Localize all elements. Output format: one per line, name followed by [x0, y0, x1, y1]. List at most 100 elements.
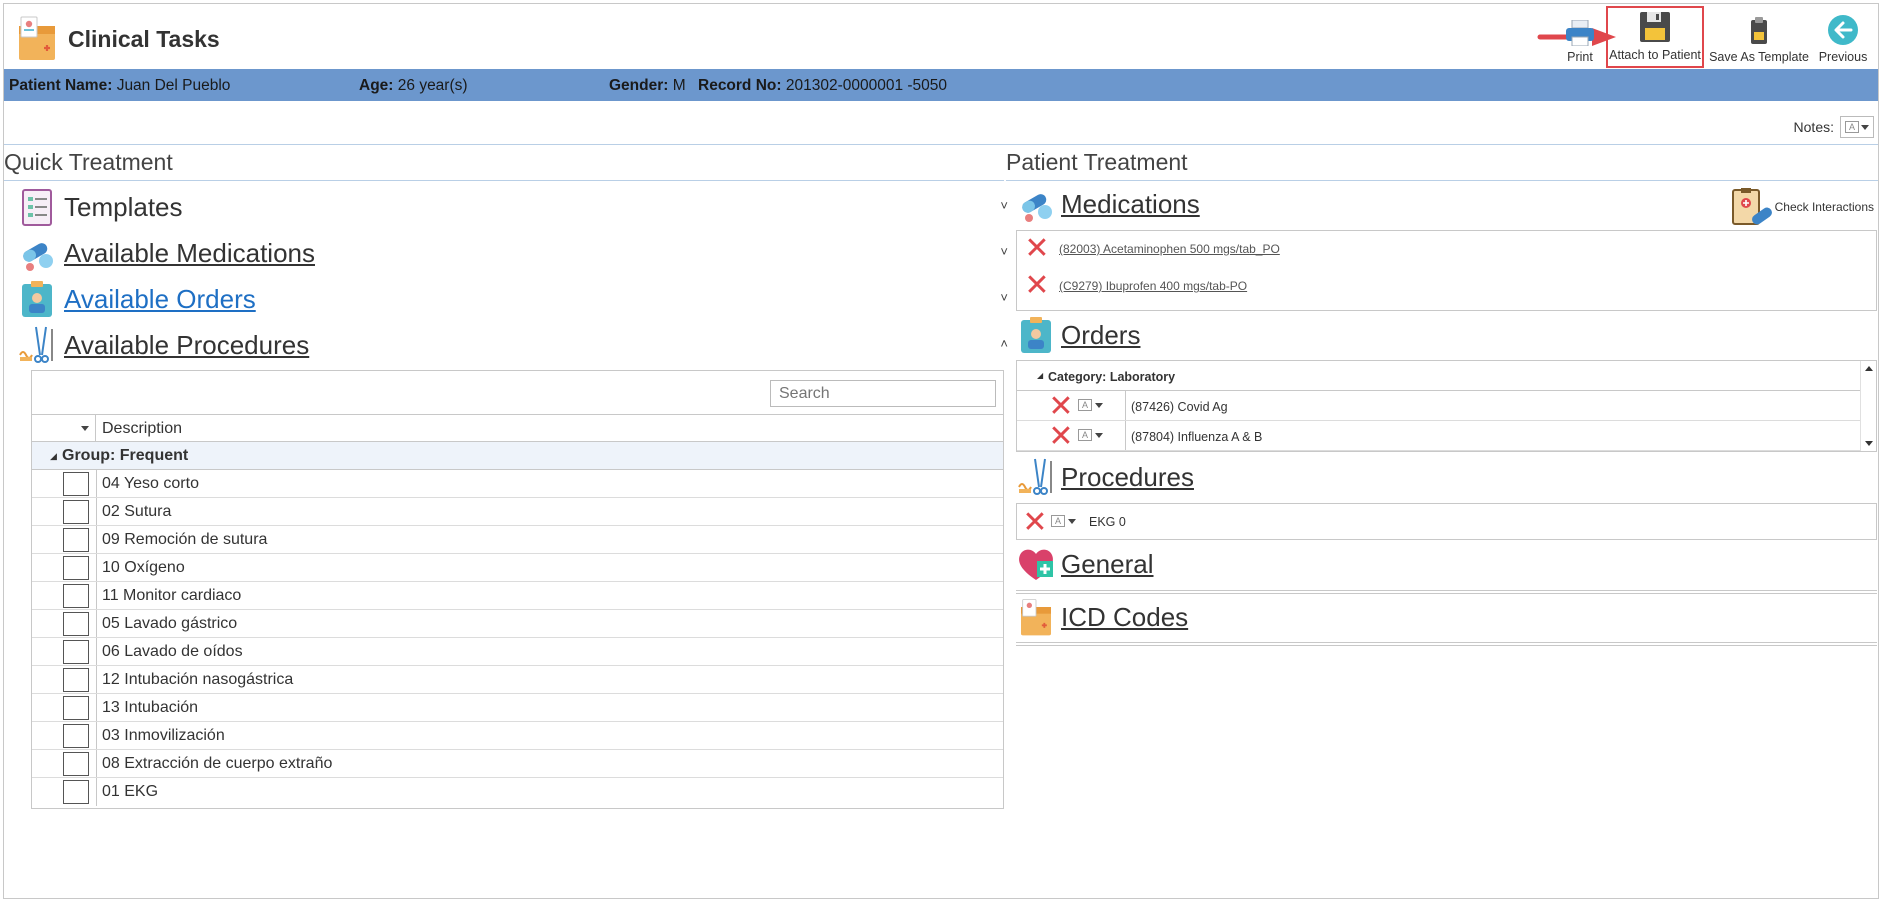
row-description: 02 Sutura	[102, 503, 172, 520]
row-checkbox[interactable]	[63, 724, 89, 748]
templates-label: Templates	[64, 191, 183, 222]
note-dropdown[interactable]: A	[1051, 515, 1076, 527]
list-item: ✕ A (87804) Influenza A & B	[1017, 421, 1860, 452]
back-arrow-icon	[1828, 15, 1858, 45]
print-button[interactable]: Print	[1554, 6, 1606, 68]
chevron-down-icon[interactable]	[81, 426, 89, 431]
row-checkbox[interactable]	[63, 668, 89, 692]
chevron-down-icon[interactable]: ˅	[1000, 290, 1008, 305]
collapse-triangle-icon[interactable]: ◢	[1037, 371, 1043, 380]
medication-link[interactable]: (82003) Acetaminophen 500 mgs/tab_PO	[1059, 242, 1280, 256]
medication-link[interactable]: (C9279) Ibuprofen 400 mgs/tab-PO	[1059, 279, 1247, 293]
pills-icon	[23, 243, 53, 271]
orders-label[interactable]: Orders	[1061, 320, 1140, 351]
attach-to-patient-button[interactable]: Attach to Patient	[1606, 6, 1704, 68]
column-divider	[96, 526, 97, 553]
table-row[interactable]: 05 Lavado gástrico	[32, 610, 1003, 638]
scroll-down-icon[interactable]	[1865, 441, 1873, 446]
clinical-folder-icon	[1021, 599, 1051, 636]
group-row-frequent[interactable]: ◢ Group: Frequent	[32, 442, 1003, 470]
procedures-search-input[interactable]	[770, 380, 996, 407]
collapse-triangle-icon[interactable]: ◢	[50, 451, 57, 462]
check-interactions-button[interactable]: Check Interactions	[1729, 187, 1874, 227]
column-divider	[1125, 391, 1126, 420]
available-procedures-section[interactable]: Available Procedures ˄	[18, 324, 1008, 366]
remove-icon[interactable]: ✕	[1023, 271, 1051, 301]
available-medications-label[interactable]: Available Medications	[64, 238, 315, 269]
remove-icon[interactable]: ✕	[1021, 508, 1049, 538]
table-row[interactable]: 03 Inmovilización	[32, 722, 1003, 750]
select-column-header[interactable]	[32, 415, 96, 441]
row-checkbox[interactable]	[63, 528, 89, 552]
templates-section[interactable]: Templates ˅	[18, 186, 1008, 228]
note-icon: A	[1078, 399, 1092, 411]
table-row[interactable]: 04 Yeso corto	[32, 470, 1003, 498]
row-checkbox[interactable]	[63, 640, 89, 664]
note-icon: A	[1051, 515, 1065, 527]
patient-age-label: Age:	[359, 77, 394, 94]
previous-button[interactable]: Previous	[1814, 6, 1872, 68]
table-row[interactable]: 02 Sutura	[32, 498, 1003, 526]
chevron-down-icon[interactable]: ˅	[1000, 244, 1008, 259]
procedures-section: Procedures	[1017, 457, 1194, 497]
save-as-template-label: Save As Template	[1709, 50, 1809, 64]
group-label: Group: Frequent	[62, 447, 189, 464]
grid-header-row: Description	[32, 414, 1003, 442]
remove-icon[interactable]: ✕	[1047, 422, 1075, 452]
description-column-header[interactable]: Description	[102, 420, 182, 438]
quick-treatment-title: Quick Treatment	[4, 149, 173, 175]
orders-category-label: Category: Laboratory	[1048, 370, 1176, 384]
patient-gender-field: Gender: M	[609, 77, 686, 95]
icd-codes-label[interactable]: ICD Codes	[1061, 602, 1188, 633]
available-orders-label[interactable]: Available Orders	[64, 284, 256, 315]
row-checkbox[interactable]	[63, 612, 89, 636]
row-description: 06 Lavado de oídos	[102, 643, 243, 660]
templates-icon	[22, 189, 52, 226]
orders-clipboard-icon	[1021, 317, 1051, 353]
chevron-down-icon[interactable]: ˅	[1000, 198, 1008, 213]
table-row[interactable]: 13 Intubación	[32, 694, 1003, 722]
available-orders-section[interactable]: Available Orders ˅	[18, 278, 1008, 320]
note-icon: A	[1845, 121, 1859, 133]
column-divider	[1125, 421, 1126, 450]
table-row[interactable]: 06 Lavado de oídos	[32, 638, 1003, 666]
procedures-label[interactable]: Procedures	[1061, 462, 1194, 493]
table-row[interactable]: 12 Intubación nasogástrica	[32, 666, 1003, 694]
table-row[interactable]: 09 Remoción de sutura	[32, 526, 1003, 554]
clipboard-save-icon	[1751, 17, 1767, 44]
notes-dropdown[interactable]: A	[1840, 116, 1874, 138]
table-row[interactable]: 08 Extracción de cuerpo extraño	[32, 750, 1003, 778]
note-dropdown[interactable]: A	[1078, 429, 1103, 441]
row-checkbox[interactable]	[63, 500, 89, 524]
row-checkbox[interactable]	[63, 556, 89, 580]
row-checkbox[interactable]	[63, 752, 89, 776]
medications-section: Medications	[1017, 184, 1200, 224]
available-procedures-label[interactable]: Available Procedures	[64, 330, 309, 361]
table-row[interactable]: 01 EKG	[32, 778, 1003, 806]
chevron-up-icon[interactable]: ˄	[1000, 336, 1008, 351]
row-checkbox[interactable]	[63, 696, 89, 720]
row-checkbox[interactable]	[63, 780, 89, 804]
column-divider	[96, 722, 97, 749]
row-checkbox[interactable]	[63, 472, 89, 496]
medications-label[interactable]: Medications	[1061, 189, 1200, 220]
row-description: 03 Inmovilización	[102, 727, 225, 744]
patient-age-value: 26 year(s)	[397, 77, 468, 94]
general-label[interactable]: General	[1061, 549, 1154, 580]
save-as-template-button[interactable]: Save As Template	[1704, 6, 1814, 68]
table-row[interactable]: 11 Monitor cardiaco	[32, 582, 1003, 610]
remove-icon[interactable]: ✕	[1023, 234, 1051, 264]
table-row[interactable]: 10 Oxígeno	[32, 554, 1003, 582]
surgical-tools-icon	[1018, 458, 1052, 495]
note-dropdown[interactable]: A	[1078, 399, 1103, 411]
orders-scrollbar[interactable]	[1860, 361, 1876, 451]
scroll-up-icon[interactable]	[1865, 366, 1873, 371]
orders-category-row[interactable]: ◢ Category: Laboratory	[1017, 361, 1860, 391]
printer-icon	[1566, 20, 1594, 46]
procedure-text: EKG 0	[1089, 515, 1126, 529]
remove-icon[interactable]: ✕	[1047, 392, 1075, 422]
available-medications-section[interactable]: Available Medications ˅	[18, 232, 1008, 274]
row-checkbox[interactable]	[63, 584, 89, 608]
chevron-down-icon	[1861, 124, 1869, 130]
patient-age-field: Age: 26 year(s)	[359, 77, 468, 95]
